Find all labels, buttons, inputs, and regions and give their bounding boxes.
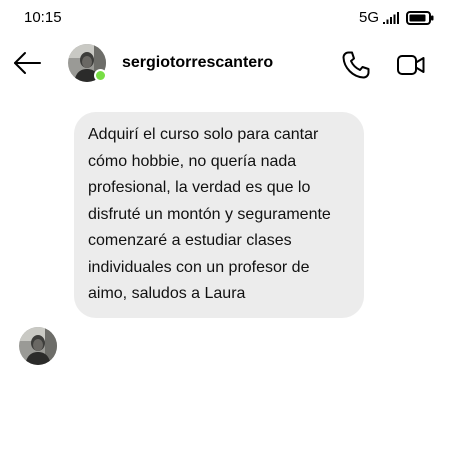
status-indicators: 5G	[359, 10, 434, 26]
message-bubble[interactable]: Adquirí el curso solo para cantar cómo h…	[74, 112, 364, 318]
video-camera-icon	[397, 55, 425, 75]
voice-call-button[interactable]	[341, 50, 371, 80]
header-avatar[interactable]	[68, 44, 107, 82]
online-status-dot	[94, 69, 107, 82]
status-time: 10:15	[24, 9, 62, 26]
chat-header: sergiotorrescantero	[0, 40, 450, 86]
battery-icon	[406, 11, 434, 25]
sender-avatar[interactable]	[19, 327, 57, 365]
status-bar: 10:15 5G	[0, 0, 450, 36]
network-type: 5G	[358, 9, 379, 26]
header-username[interactable]: sergiotorrescantero	[122, 53, 273, 73]
chat-screen: 10:15 5G sergiotorrescantero Adquirí el …	[0, 0, 450, 450]
back-button[interactable]	[12, 50, 42, 76]
phone-icon	[342, 51, 370, 79]
arrow-left-icon	[14, 52, 41, 74]
avatar-image	[19, 327, 57, 365]
signal-bars-icon	[383, 12, 399, 24]
video-call-button[interactable]	[396, 52, 426, 78]
